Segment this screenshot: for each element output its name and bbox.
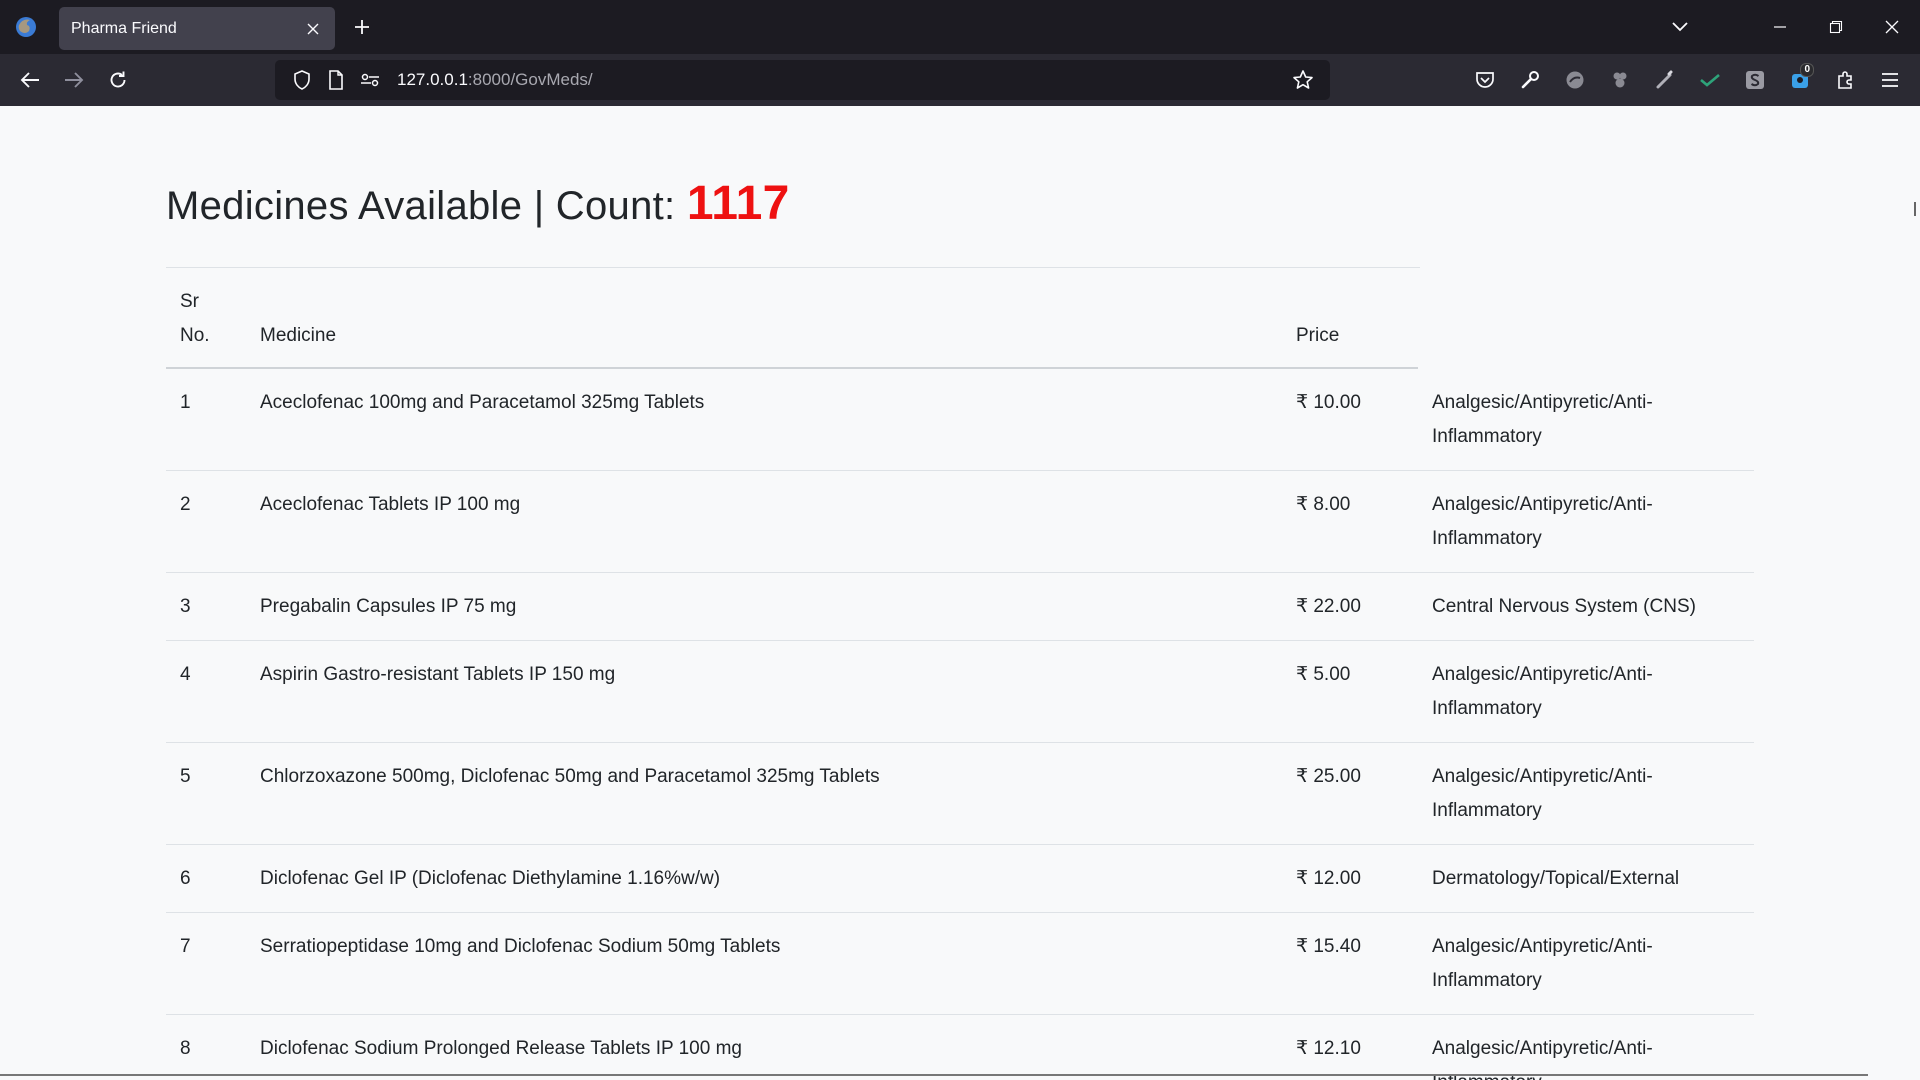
cell-price: ₹ 12.10 bbox=[1282, 1014, 1418, 1080]
table-row: 7 Serratiopeptidase 10mg and Diclofenac … bbox=[166, 912, 1754, 1015]
cell-sr: 7 bbox=[166, 912, 246, 1015]
cell-category: Central Nervous System (CNS) bbox=[1418, 572, 1754, 641]
page-title-text: Medicines Available | Count: bbox=[166, 184, 687, 228]
cell-price: ₹ 10.00 bbox=[1282, 368, 1418, 471]
table-row: 1 Aceclofenac 100mg and Paracetamol 325m… bbox=[166, 368, 1754, 471]
url-bar[interactable]: 127.0.0.1:8000/GovMeds/ bbox=[275, 60, 1330, 100]
check-extension-icon[interactable] bbox=[1687, 54, 1732, 106]
extension-badge: 0 bbox=[1800, 63, 1814, 77]
s-extension-icon[interactable] bbox=[1732, 54, 1777, 106]
table-row: 3 Pregabalin Capsules IP 75 mg ₹ 22.00 C… bbox=[166, 572, 1754, 641]
puzzle-extension-icon[interactable] bbox=[1597, 54, 1642, 106]
pen-extension-icon[interactable] bbox=[1642, 54, 1687, 106]
back-arrow-icon[interactable] bbox=[8, 58, 52, 102]
new-tab-icon[interactable] bbox=[348, 13, 376, 41]
cell-category: Analgesic/Antipyretic/Anti-Inflammatory bbox=[1418, 912, 1754, 1015]
cell-category: Analgesic/Antipyretic/Anti-Inflammatory bbox=[1418, 1014, 1754, 1080]
cell-category: Analgesic/Antipyretic/Anti-Inflammatory bbox=[1418, 640, 1754, 743]
reload-icon[interactable] bbox=[96, 58, 140, 102]
browser-navbar: 127.0.0.1:8000/GovMeds/ 0 bbox=[0, 54, 1920, 106]
tab-close-icon[interactable] bbox=[303, 19, 323, 39]
cell-category: Analgesic/Antipyretic/Anti-Inflammatory bbox=[1418, 368, 1754, 471]
horizontal-scrollbar[interactable] bbox=[0, 1074, 1868, 1076]
tracking-protection-shield-icon[interactable] bbox=[285, 63, 319, 97]
cell-medicine: Diclofenac Gel IP (Diclofenac Diethylami… bbox=[246, 844, 1282, 913]
table-header-row: Sr No. Medicine Price bbox=[166, 268, 1754, 369]
cell-price: ₹ 8.00 bbox=[1282, 470, 1418, 573]
cell-category: Analgesic/Antipyretic/Anti-Inflammatory bbox=[1418, 470, 1754, 573]
header-sr-no: Sr No. bbox=[180, 291, 210, 346]
page-title: Medicines Available | Count: 1117 bbox=[166, 176, 1756, 236]
table-row: 5 Chlorzoxazone 500mg, Diclofenac 50mg a… bbox=[166, 742, 1754, 845]
browser-tab-active[interactable]: Pharma Friend bbox=[59, 7, 335, 50]
cell-category: Dermatology/Topical/External bbox=[1418, 844, 1754, 913]
table-row: 6 Diclofenac Gel IP (Diclofenac Diethyla… bbox=[166, 844, 1754, 913]
sync-extension-icon[interactable] bbox=[1552, 54, 1597, 106]
header-medicine: Medicine bbox=[260, 325, 337, 346]
profile-extension-icon[interactable]: 0 bbox=[1777, 54, 1822, 106]
cell-price: ₹ 15.40 bbox=[1282, 912, 1418, 1015]
cell-price: ₹ 25.00 bbox=[1282, 742, 1418, 845]
table-row: 2 Aceclofenac Tablets IP 100 mg ₹ 8.00 A… bbox=[166, 470, 1754, 573]
bookmark-star-icon[interactable] bbox=[1286, 63, 1320, 97]
cell-price: ₹ 5.00 bbox=[1282, 640, 1418, 743]
cell-price: ₹ 12.00 bbox=[1282, 844, 1418, 913]
header-price: Price bbox=[1296, 325, 1340, 346]
permissions-icon[interactable] bbox=[353, 63, 387, 97]
extensions-puzzle-icon[interactable] bbox=[1822, 54, 1867, 106]
cell-medicine: Pregabalin Capsules IP 75 mg bbox=[246, 572, 1282, 641]
table-row: 4 Aspirin Gastro-resistant Tablets IP 15… bbox=[166, 640, 1754, 743]
firefox-logo-icon[interactable] bbox=[0, 0, 52, 54]
browser-titlebar: Pharma Friend bbox=[0, 0, 1920, 54]
cell-price: ₹ 22.00 bbox=[1282, 572, 1418, 641]
cell-medicine: Aceclofenac 100mg and Paracetamol 325mg … bbox=[246, 368, 1282, 471]
cell-category: Analgesic/Antipyretic/Anti-Inflammatory bbox=[1418, 742, 1754, 845]
close-window-icon[interactable] bbox=[1864, 0, 1920, 54]
cell-sr: 2 bbox=[166, 470, 246, 573]
cell-medicine: Aspirin Gastro-resistant Tablets IP 150 … bbox=[246, 640, 1282, 743]
wrench-icon[interactable] bbox=[1507, 54, 1552, 106]
cell-sr: 3 bbox=[166, 572, 246, 641]
cell-medicine: Aceclofenac Tablets IP 100 mg bbox=[246, 470, 1282, 573]
cell-medicine: Chlorzoxazone 500mg, Diclofenac 50mg and… bbox=[246, 742, 1282, 845]
page-info-icon[interactable] bbox=[319, 63, 353, 97]
page-content: Medicines Available | Count: 1117 Sr No.… bbox=[0, 106, 1920, 1080]
cell-sr: 4 bbox=[166, 640, 246, 743]
list-all-tabs-icon[interactable] bbox=[1652, 0, 1708, 54]
header-category bbox=[1418, 268, 1754, 369]
scrollbar-thumb[interactable] bbox=[1914, 202, 1916, 216]
pocket-icon[interactable] bbox=[1462, 54, 1507, 106]
cell-sr: 1 bbox=[166, 368, 246, 471]
cell-medicine: Serratiopeptidase 10mg and Diclofenac So… bbox=[246, 912, 1282, 1015]
forward-arrow-icon[interactable] bbox=[52, 58, 96, 102]
cell-sr: 5 bbox=[166, 742, 246, 845]
cell-sr: 6 bbox=[166, 844, 246, 913]
tab-title: Pharma Friend bbox=[71, 19, 177, 37]
url-text[interactable]: 127.0.0.1:8000/GovMeds/ bbox=[397, 70, 1286, 90]
medicines-table: Sr No. Medicine Price 1 Aceclofenac 100m… bbox=[166, 268, 1754, 1080]
medicines-container: Medicines Available | Count: 1117 Sr No.… bbox=[166, 176, 1756, 1080]
hamburger-menu-icon[interactable] bbox=[1867, 54, 1912, 106]
cell-sr: 8 bbox=[166, 1014, 246, 1080]
cell-medicine: Diclofenac Sodium Prolonged Release Tabl… bbox=[246, 1014, 1282, 1080]
minimize-window-icon[interactable] bbox=[1752, 0, 1808, 54]
restore-window-icon[interactable] bbox=[1808, 0, 1864, 54]
medicine-count: 1117 bbox=[686, 177, 790, 230]
table-row: 8 Diclofenac Sodium Prolonged Release Ta… bbox=[166, 1014, 1754, 1080]
